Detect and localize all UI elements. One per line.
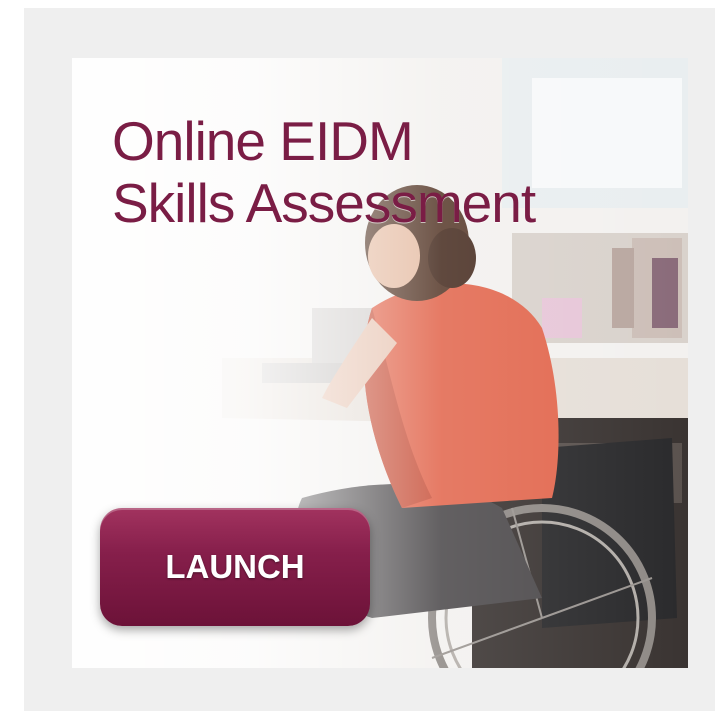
assessment-banner: Online EIDM Skills Assessment LAUNCH: [72, 58, 688, 668]
banner-title-line-2: Skills Assessment: [112, 172, 536, 234]
launch-button[interactable]: LAUNCH: [100, 508, 370, 626]
banner-title: Online EIDM Skills Assessment: [112, 110, 672, 234]
banner-title-line-1: Online EIDM: [112, 110, 414, 172]
